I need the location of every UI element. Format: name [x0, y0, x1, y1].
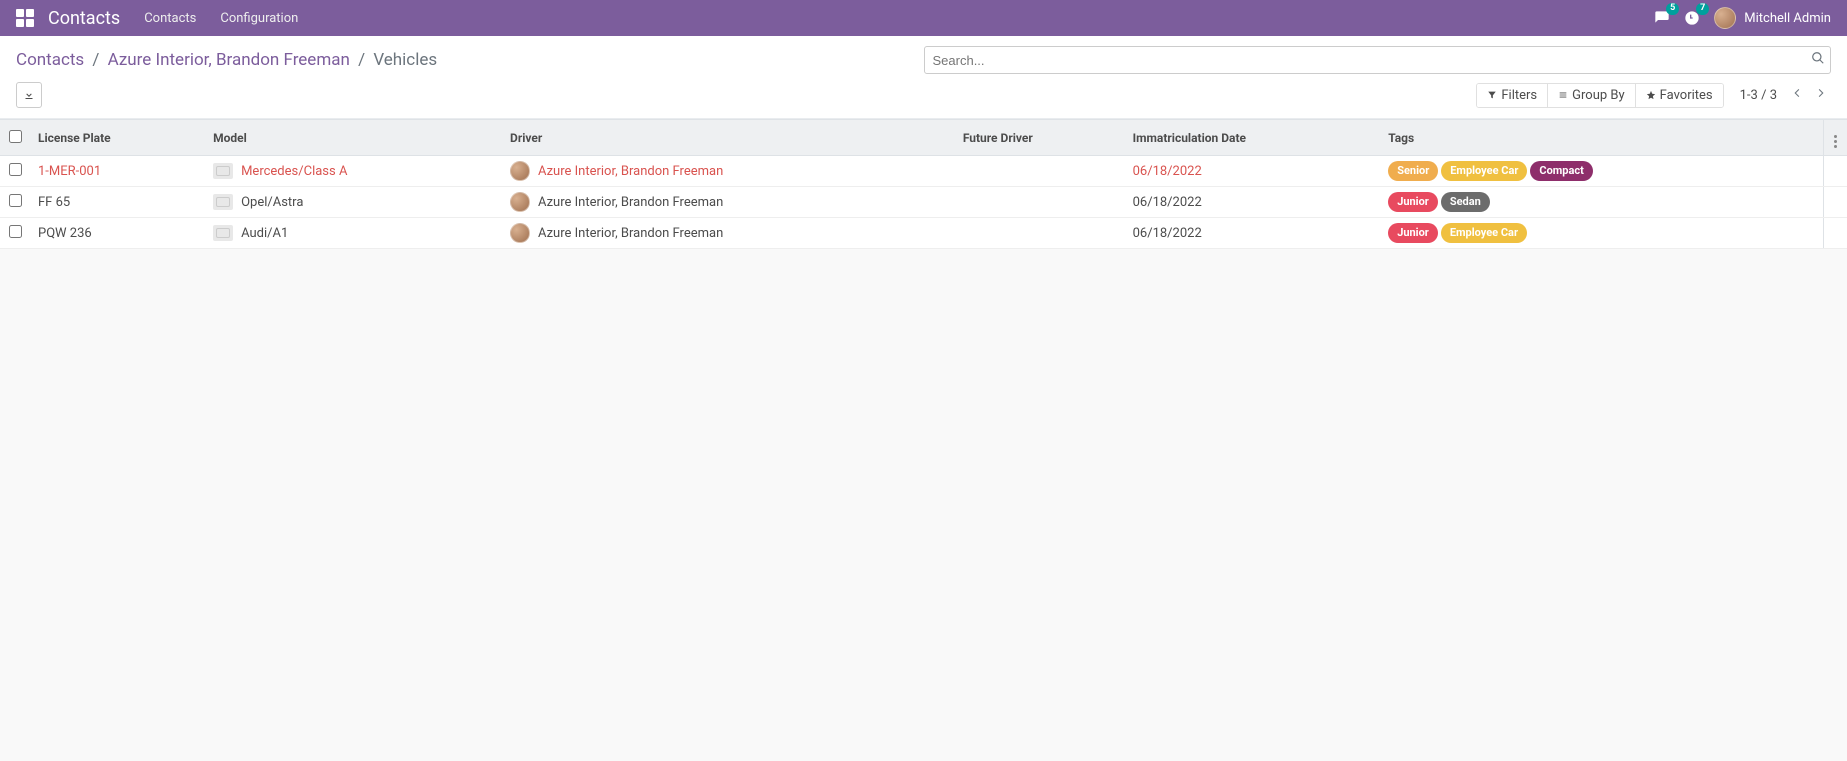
table-row[interactable]: 1-MER-001 Mercedes/Class A Azure Interior,… — [0, 156, 1847, 187]
tag-badge: Employee Car — [1441, 223, 1527, 242]
breadcrumb-current: Vehicles — [373, 50, 437, 70]
pager-text[interactable]: 1-3 / 3 — [1740, 88, 1777, 103]
breadcrumb: Contacts / Azure Interior, Brandon Freem… — [16, 50, 437, 70]
driver-avatar-icon — [510, 161, 530, 181]
cell-future-driver — [955, 187, 1125, 218]
row-select-cell — [0, 218, 30, 249]
col-future-driver[interactable]: Future Driver — [955, 120, 1125, 156]
row-options — [1823, 218, 1847, 249]
avatar-icon — [1714, 7, 1736, 29]
driver-avatar-icon — [510, 192, 530, 212]
model-label: Opel/Astra — [241, 195, 303, 210]
car-placeholder-icon — [213, 163, 233, 179]
chevron-left-icon — [1791, 87, 1803, 99]
model-label: Audi/A1 — [241, 226, 288, 241]
filters-button[interactable]: Filters — [1477, 84, 1548, 107]
cell-license-plate: FF 65 — [30, 187, 205, 218]
col-model[interactable]: Model — [205, 120, 502, 156]
export-button[interactable] — [16, 82, 42, 108]
cell-tags: JuniorEmployee Car — [1380, 218, 1823, 249]
control-panel: Contacts / Azure Interior, Brandon Freem… — [0, 36, 1847, 119]
search-options: Filters Group By Favorites — [1476, 83, 1723, 108]
driver-label: Azure Interior, Brandon Freeman — [538, 226, 723, 241]
table-row[interactable]: FF 65 Opel/Astra Azure Interior, Brandon F… — [0, 187, 1847, 218]
apps-icon[interactable] — [16, 9, 34, 27]
select-all-checkbox[interactable] — [9, 130, 22, 143]
cell-immatriculation-date: 06/18/2022 — [1125, 218, 1381, 249]
cell-driver: Azure Interior, Brandon Freeman — [502, 156, 955, 187]
cell-model: Audi/A1 — [205, 218, 502, 249]
download-icon — [23, 89, 35, 101]
tag-badge: Employee Car — [1441, 161, 1527, 180]
navbar-left: Contacts Contacts Configuration — [16, 8, 308, 29]
cell-model: Opel/Astra — [205, 187, 502, 218]
groupby-button[interactable]: Group By — [1548, 84, 1636, 107]
col-options[interactable] — [1823, 120, 1847, 156]
driver-label: Azure Interior, Brandon Freeman — [538, 164, 723, 179]
row-select-cell — [0, 187, 30, 218]
col-tags[interactable]: Tags — [1380, 120, 1823, 156]
col-driver[interactable]: Driver — [502, 120, 955, 156]
kebab-icon — [1834, 135, 1837, 148]
tag-badge: Junior — [1388, 223, 1438, 242]
table-row[interactable]: PQW 236 Audi/A1 Azure Interior, Brandon Fr… — [0, 218, 1847, 249]
breadcrumb-parent[interactable]: Azure Interior, Brandon Freeman — [108, 50, 350, 70]
search-box — [924, 46, 1832, 74]
table-header-row: License Plate Model Driver Future Driver… — [0, 120, 1847, 156]
search-button[interactable] — [1811, 51, 1825, 69]
nav-link-configuration[interactable]: Configuration — [220, 11, 298, 26]
car-placeholder-icon — [213, 225, 233, 241]
star-icon — [1646, 90, 1656, 100]
row-select-cell — [0, 156, 30, 187]
activities-button[interactable]: 7 — [1684, 10, 1700, 26]
row-checkbox[interactable] — [9, 225, 22, 238]
cell-driver: Azure Interior, Brandon Freeman — [502, 218, 955, 249]
select-all-header — [0, 120, 30, 156]
navbar-right: 5 7 Mitchell Admin — [1654, 7, 1831, 29]
list-icon — [1558, 90, 1568, 100]
breadcrumb-root[interactable]: Contacts — [16, 50, 84, 70]
row-checkbox[interactable] — [9, 194, 22, 207]
cell-future-driver — [955, 156, 1125, 187]
messages-badge: 5 — [1666, 3, 1679, 15]
cell-license-plate: 1-MER-001 — [30, 156, 205, 187]
col-immatriculation-date[interactable]: Immatriculation Date — [1125, 120, 1381, 156]
tag-badge: Sedan — [1441, 192, 1490, 211]
pager-next[interactable] — [1811, 85, 1831, 105]
top-navbar: Contacts Contacts Configuration 5 7 Mitc… — [0, 0, 1847, 36]
funnel-icon — [1487, 90, 1497, 100]
tag-badge: Senior — [1388, 161, 1438, 180]
pager-prev[interactable] — [1787, 85, 1807, 105]
pager: 1-3 / 3 — [1740, 85, 1831, 105]
favorites-button[interactable]: Favorites — [1636, 84, 1723, 107]
driver-avatar-icon — [510, 223, 530, 243]
cell-license-plate: PQW 236 — [30, 218, 205, 249]
row-options — [1823, 187, 1847, 218]
cell-tags: JuniorSedan — [1380, 187, 1823, 218]
username-label: Mitchell Admin — [1744, 11, 1831, 26]
user-menu[interactable]: Mitchell Admin — [1714, 7, 1831, 29]
car-placeholder-icon — [213, 194, 233, 210]
row-options — [1823, 156, 1847, 187]
cell-tags: SeniorEmployee CarCompact — [1380, 156, 1823, 187]
chevron-right-icon — [1815, 87, 1827, 99]
col-license-plate[interactable]: License Plate — [30, 120, 205, 156]
model-label: Mercedes/Class A — [241, 164, 347, 179]
driver-label: Azure Interior, Brandon Freeman — [538, 195, 723, 210]
app-title[interactable]: Contacts — [48, 8, 120, 29]
cell-model: Mercedes/Class A — [205, 156, 502, 187]
row-checkbox[interactable] — [9, 163, 22, 176]
search-input[interactable] — [924, 46, 1832, 74]
cell-future-driver — [955, 218, 1125, 249]
messages-button[interactable]: 5 — [1654, 10, 1670, 26]
cell-immatriculation-date: 06/18/2022 — [1125, 156, 1381, 187]
search-icon — [1811, 51, 1825, 65]
tag-badge: Compact — [1530, 161, 1592, 180]
cell-driver: Azure Interior, Brandon Freeman — [502, 187, 955, 218]
cell-immatriculation-date: 06/18/2022 — [1125, 187, 1381, 218]
nav-link-contacts[interactable]: Contacts — [144, 11, 196, 26]
tag-badge: Junior — [1388, 192, 1438, 211]
activities-badge: 7 — [1696, 3, 1709, 15]
vehicles-list: License Plate Model Driver Future Driver… — [0, 119, 1847, 249]
